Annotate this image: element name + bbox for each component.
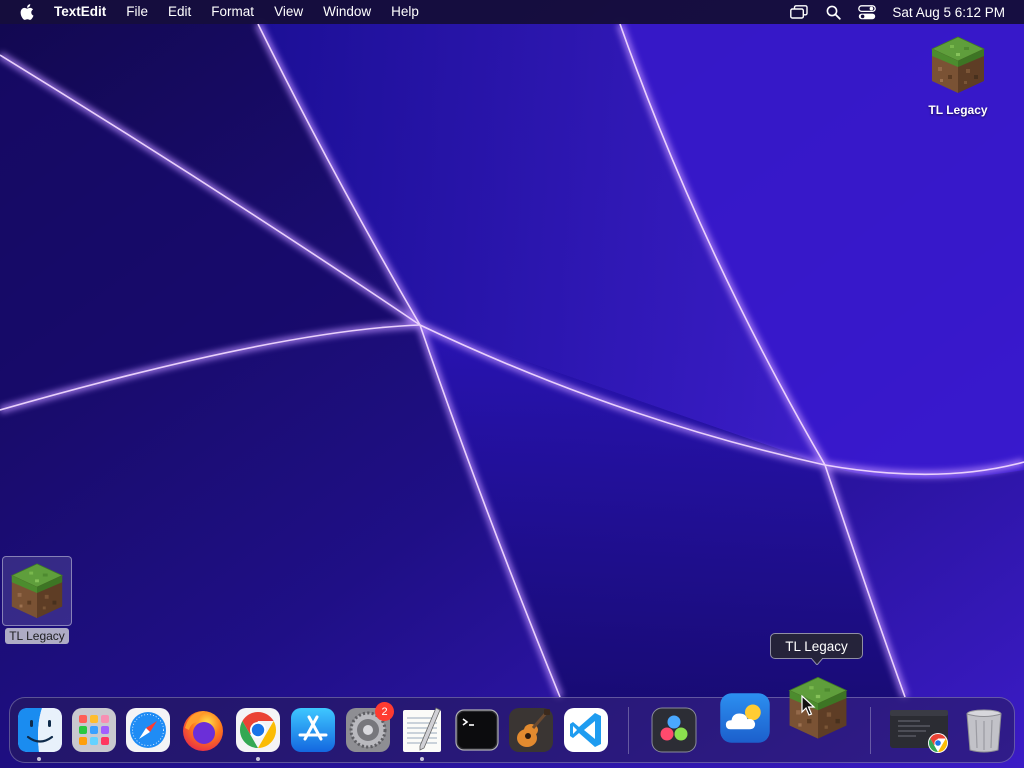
apple-menu-icon[interactable] [18,3,36,21]
mouse-cursor-icon [801,695,816,716]
weather-icon [720,693,770,743]
menu-bar: TextEdit File Edit Format View Window He… [0,0,1024,24]
desktop-icon-label[interactable]: TL Legacy [5,628,69,644]
terminal-icon [455,709,499,751]
dock-davinci-resolve[interactable] [650,706,698,754]
dock-app-store[interactable] [289,706,337,754]
dock-terminal[interactable] [453,706,501,754]
dock-textedit[interactable] [398,706,446,754]
running-indicator [256,757,260,761]
vscode-icon [564,708,608,752]
textedit-icon [403,707,441,752]
dock-trash[interactable] [960,706,1008,754]
garageband-icon [509,708,553,752]
launchpad-icon [72,708,116,752]
dock-garageband[interactable] [507,706,555,754]
desktop-icon-label[interactable]: TL Legacy [924,102,991,118]
app-store-icon [291,708,335,752]
menu-format[interactable]: Format [201,0,264,24]
menu-bar-status-area: Sat Aug 5 6:12 PM [782,0,1024,24]
dock-finder[interactable] [16,706,64,754]
desktop-wallpaper [0,0,1024,768]
running-indicator [420,757,424,761]
screen-mirroring-icon[interactable] [790,3,809,21]
dock-minimized-chrome-window[interactable] [890,706,948,754]
dock-tl-legacy[interactable] [783,673,853,743]
minecraft-grass-block-icon[interactable] [2,556,72,626]
finder-icon [18,708,62,752]
dock-safari[interactable] [124,706,172,754]
chrome-window-thumbnail-icon [890,710,948,753]
menu-app-name[interactable]: TextEdit [50,0,116,24]
dock-tooltip-text: TL Legacy [785,638,848,654]
dock-launchpad[interactable] [70,706,118,754]
control-center-icon[interactable] [858,3,877,21]
menu-file[interactable]: File [116,0,158,24]
davinci-resolve-icon [651,707,697,753]
firefox-icon [183,711,223,751]
safari-icon [126,708,170,752]
minecraft-grass-block-icon[interactable] [925,32,991,98]
dock-vscode[interactable] [562,706,610,754]
menu-help[interactable]: Help [381,0,429,24]
running-indicator [37,757,41,761]
dock-separator [628,707,629,754]
dock-tooltip: TL Legacy [770,633,863,665]
dock-weather[interactable] [718,691,772,745]
desktop-icon-tl-legacy[interactable]: TL Legacy [918,32,998,119]
desktop-icon-tl-legacy-selected[interactable]: TL Legacy [0,556,77,645]
trash-icon [966,709,1002,753]
dock-separator [870,707,871,754]
tooltip-arrow [811,658,823,665]
menu-bar-clock[interactable]: Sat Aug 5 6:12 PM [892,5,1005,20]
dock-firefox[interactable] [179,706,227,754]
chrome-icon [236,708,280,752]
menu-window[interactable]: Window [313,0,381,24]
minecraft-grass-block-icon [789,676,847,740]
menu-edit[interactable]: Edit [158,0,201,24]
menu-view[interactable]: View [264,0,313,24]
dock-chrome[interactable] [234,706,282,754]
notification-badge: 2 [375,702,394,721]
spotlight-search-icon[interactable] [824,3,842,21]
